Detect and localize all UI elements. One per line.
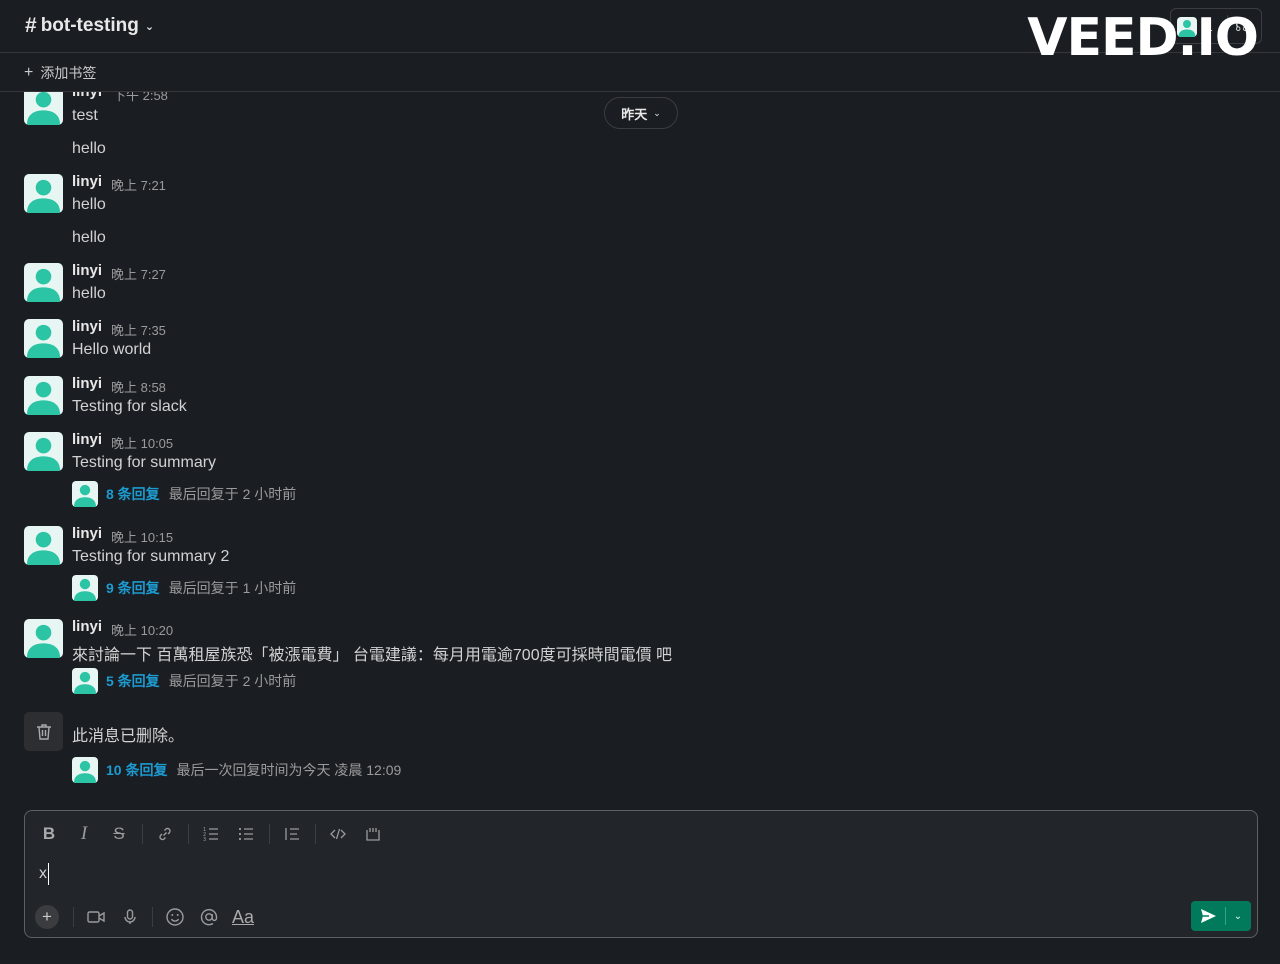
message-author[interactable]: linyi [72,262,102,279]
divider [142,824,143,844]
bullet-list-icon[interactable] [232,821,260,847]
message-timestamp[interactable]: 晚上 10:15 [111,527,173,546]
message-timestamp[interactable]: 晚上 7:21 [111,175,166,194]
message-list[interactable]: 昨天 ⌄ linyi 下午 2:58 test hello linyi 晚上 7… [0,92,1280,804]
thread-replies-link[interactable]: 8 条回复 最后回复于 2 小时前 [72,481,296,507]
message-author[interactable]: linyi [72,618,102,635]
message-text: test [72,107,98,124]
text-caret [48,863,49,885]
avatar[interactable] [24,263,63,302]
date-divider-label: 昨天 [621,106,648,122]
message-timestamp[interactable]: 晚上 7:35 [111,320,166,339]
message-timestamp[interactable]: 晚上 10:05 [111,433,173,452]
plus-icon[interactable]: + [35,905,59,929]
composer-actions: + Aa [35,903,263,931]
message-input-value: x [39,865,47,882]
channel-header: # bot-testing ⌄ 1 ☊ VEED.IO [0,0,1280,68]
formatting-toolbar: B I S 123 [35,821,394,847]
add-bookmark-label: 添加书签 [40,65,97,81]
avatar[interactable] [24,174,63,213]
avatar[interactable] [24,526,63,565]
send-button[interactable] [1191,901,1225,931]
avatar[interactable] [24,92,63,125]
message-author[interactable]: linyi [72,525,102,542]
code-icon[interactable] [324,821,352,847]
avatar[interactable] [24,376,63,415]
link-icon[interactable] [151,821,179,847]
chevron-down-icon: ⌄ [144,20,155,33]
reply-count[interactable]: 10 条回复 [106,760,167,780]
date-divider-button[interactable]: 昨天 ⌄ [604,97,678,129]
channel-title-button[interactable]: # bot-testing ⌄ [25,14,154,38]
chevron-down-icon: ⌄ [653,107,661,118]
avatar[interactable] [24,319,63,358]
last-reply-time: 最后回复于 2 小时前 [168,486,297,502]
divider [152,907,153,927]
deleted-message-text: 此消息已删除。 [72,728,185,745]
code-block-icon[interactable] [359,821,387,847]
thread-replies-link[interactable]: 9 条回复 最后回复于 1 小时前 [72,575,296,601]
message-input[interactable]: x [39,863,49,885]
message-timestamp[interactable]: 下午 2:58 [113,92,168,104]
last-reply-time: 最后回复于 1 小时前 [168,580,297,596]
message-text: Hello world [72,341,152,358]
reply-count[interactable]: 8 条回复 [106,484,160,504]
message-text: hello [72,196,106,213]
avatar [72,575,98,601]
message-author[interactable]: linyi [72,375,102,392]
reply-count[interactable]: 9 条回复 [106,578,160,598]
divider [73,907,74,927]
message-author[interactable]: linyi [72,431,102,448]
message-timestamp[interactable]: 晚上 7:27 [111,264,166,283]
schedule-send-chevron-icon[interactable]: ⌄ [1226,901,1250,931]
video-icon[interactable] [82,904,110,930]
avatar[interactable] [24,432,63,471]
send-icon [1201,909,1216,923]
send-button-group: ⌄ [1191,901,1251,931]
message-timestamp[interactable]: 晚上 10:20 [111,620,173,639]
avatar [72,481,98,507]
thread-replies-link[interactable]: 5 条回复 最后回复于 2 小时前 [72,668,296,694]
message-text: Testing for slack [72,398,187,415]
message-author[interactable]: linyi [72,318,102,335]
trash-icon [36,723,51,740]
message-composer[interactable]: B I S 123 x + Aa ⌄ [24,810,1258,938]
avatar [72,668,98,694]
microphone-icon[interactable] [116,904,144,930]
divider [315,824,316,844]
bold-icon[interactable]: B [35,821,63,847]
avatar [72,757,98,783]
reply-count[interactable]: 5 条回复 [106,671,160,691]
last-reply-time: 最后回复于 2 小时前 [168,673,297,689]
divider [188,824,189,844]
message-author[interactable]: linyi [72,92,102,100]
message-timestamp[interactable]: 晚上 8:58 [111,377,166,396]
message-text: Testing for summary 2 [72,548,230,565]
message-author[interactable]: linyi [72,173,102,190]
thread-replies-link[interactable]: 10 条回复 最后一次回复时间为今天 凌晨 12:09 [72,757,401,783]
channel-name: bot-testing [40,15,139,36]
add-bookmark-button[interactable]: + 添加书签 [24,63,96,83]
svg-text:3: 3 [203,837,206,843]
ordered-list-icon[interactable]: 123 [197,821,225,847]
message-text: hello [72,229,106,246]
message-text: hello [72,140,106,157]
mention-icon[interactable] [195,904,223,930]
message-text: 來討論一下 百萬租屋族恐「被漲電費」 台電建議：每月用電逾700度可採時間電價 … [72,647,673,664]
channel-hash: # [25,14,37,37]
emoji-icon[interactable] [161,904,189,930]
italic-icon[interactable]: I [70,821,98,847]
last-reply-time: 最后一次回复时间为今天 凌晨 12:09 [176,762,402,778]
message-text: Testing for summary [72,454,217,471]
strikethrough-icon[interactable]: S [105,821,133,847]
divider [269,824,270,844]
avatar[interactable] [24,619,63,658]
deleted-message-avatar [24,712,63,751]
formatting-icon[interactable]: Aa [229,904,257,930]
bookmark-bar: + 添加书签 [0,54,1280,92]
plus-icon: + [24,64,34,81]
message-text: hello [72,285,106,302]
blockquote-icon[interactable] [278,821,306,847]
